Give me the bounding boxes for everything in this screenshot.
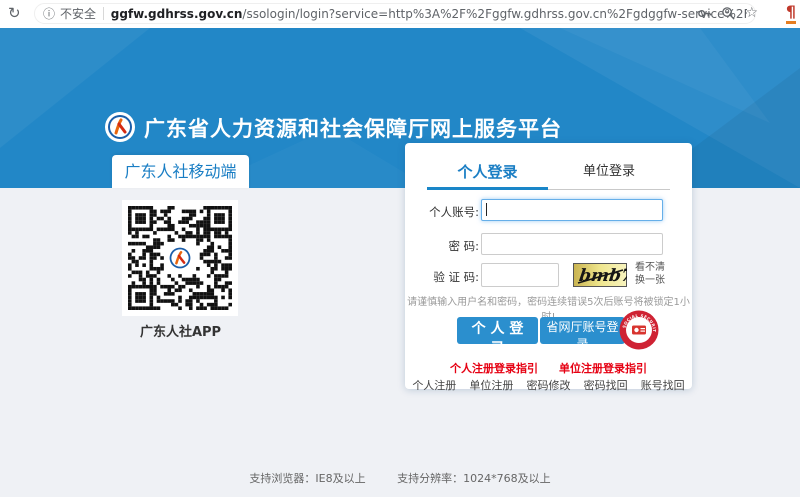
password-label: 密 码: — [407, 238, 479, 254]
site-title: 广东省人力资源和社会保障厅网上服务平台 — [144, 113, 562, 143]
password-input[interactable] — [481, 233, 663, 255]
tab-active-underline — [427, 187, 548, 190]
gdhrss-logo-icon — [104, 111, 136, 143]
browser-toolbar: ↻ ⓘ 不安全 ggfw.gdhrss.gov.cn/ssologin/logi… — [0, 0, 800, 28]
url-domain: ggfw.gdhrss.gov.cn — [111, 7, 243, 21]
zoom-icon[interactable] — [721, 6, 736, 21]
unit-register-link[interactable]: 单位注册 — [469, 379, 513, 392]
account-recover-link[interactable]: 账号找回 — [641, 379, 685, 392]
tab-personal-login[interactable]: 个人登录 — [427, 159, 548, 185]
extension-icon[interactable]: ¶ — [786, 3, 796, 24]
tab-mobile-app[interactable]: 广东人社移动端 — [112, 155, 249, 188]
password-change-link[interactable]: 密码修改 — [527, 379, 571, 392]
app-qr-code — [122, 200, 238, 316]
tab-unit-login[interactable]: 单位登录 — [548, 159, 670, 185]
captcha-unclear-text: 看不清 — [635, 261, 665, 274]
account-input[interactable] — [481, 199, 663, 221]
security-label: 不安全 — [60, 5, 96, 22]
reload-icon[interactable]: ↻ — [8, 4, 21, 22]
key-icon[interactable] — [697, 6, 712, 21]
personal-login-button[interactable]: 个 人 登 录 — [457, 317, 538, 344]
password-recover-link[interactable]: 密码找回 — [584, 379, 628, 392]
personal-register-link[interactable]: 个人注册 — [412, 379, 456, 392]
page: ↻ ⓘ 不安全 ggfw.gdhrss.gov.cn/ssologin/logi… — [0, 0, 800, 497]
captcha-label: 验 证 码: — [407, 269, 479, 285]
browser-support-text: 支持浏览器：IE8及以上 — [249, 472, 365, 485]
resolution-support-text: 支持分辨率：1024*768及以上 — [397, 472, 551, 485]
provincial-account-login-button[interactable]: 省网厅账号登录 — [540, 317, 625, 344]
social-security-card-badge[interactable]: SOCIAL SECURITY CARD 社会保障卡 — [619, 310, 659, 350]
address-bar[interactable]: ⓘ 不安全 ggfw.gdhrss.gov.cn/ssologin/login?… — [34, 3, 756, 24]
page-footer: 支持浏览器：IE8及以上 支持分辨率：1024*768及以上 — [0, 470, 800, 486]
captcha-input[interactable] — [481, 263, 559, 287]
text-caret — [486, 203, 487, 216]
account-label: 个人账号: — [407, 204, 479, 220]
captcha-refresh-link[interactable]: 换一张 — [635, 274, 665, 287]
login-panel: 个人登录 单位登录 个人账号: 密 码: 验 证 码: bmb7 看不清 换一 — [405, 143, 692, 389]
captcha-image[interactable]: bmb7 — [573, 263, 627, 287]
address-divider — [103, 7, 104, 20]
bookmark-star-icon[interactable]: ☆ — [745, 5, 758, 22]
url-text: ggfw.gdhrss.gov.cn/ssologin/login?servic… — [111, 7, 747, 21]
url-path: /ssologin/login?service=http%3A%2F%2Fggf… — [242, 7, 747, 21]
info-icon[interactable]: ⓘ — [43, 5, 55, 22]
app-qr-caption: 广东人社APP — [112, 321, 249, 340]
